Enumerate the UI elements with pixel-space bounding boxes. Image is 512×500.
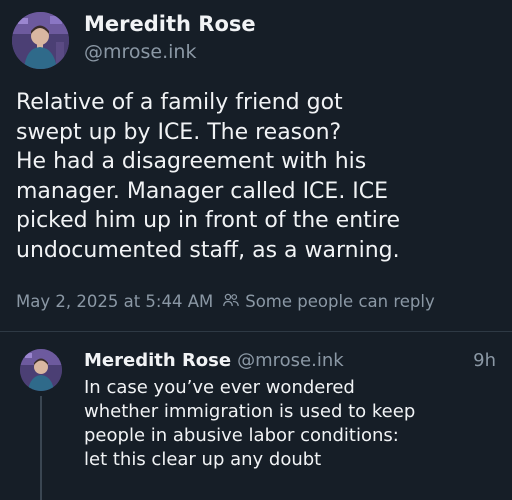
post-text-line: swept up by ICE. The reason?: [16, 119, 342, 145]
post-thread-view: Meredith Rose @mrose.ink Relative of a f…: [0, 0, 512, 500]
post-text: Relative of a family friend got swept up…: [16, 88, 506, 265]
post-text-line: Relative of a family friend got: [16, 90, 343, 115]
reply-text-line: people in abusive labor conditions:: [84, 425, 399, 446]
reply-setting[interactable]: Some people can reply: [245, 292, 435, 311]
reply-text-line: let this clear up any doubt: [84, 449, 322, 470]
divider: [0, 331, 512, 332]
reply-header: Meredith Rose @mrose.ink: [84, 350, 344, 371]
reply-text-line: whether immigration is used to keep: [84, 401, 416, 422]
author-name[interactable]: Meredith Rose: [84, 12, 256, 36]
post-text-line: He had a disagreement with his: [16, 149, 367, 174]
post-meta: May 2, 2025 at 5:44 AM Some people can r…: [16, 292, 435, 311]
author-name[interactable]: Meredith Rose: [84, 350, 231, 371]
thread-line: [40, 396, 42, 500]
post-text-line: undocumented staff, as a warning.: [16, 237, 400, 263]
reply-time[interactable]: 9h: [473, 350, 496, 371]
reply-text-line: In case you’ve ever wondered: [84, 377, 355, 398]
people-icon: [223, 292, 240, 311]
post-text-line: manager. Manager called ICE. ICE: [16, 178, 389, 204]
post-text-line: picked him up in front of the entire: [16, 208, 400, 233]
avatar[interactable]: [12, 12, 69, 69]
avatar[interactable]: [20, 349, 62, 391]
author-handle[interactable]: @mrose.ink: [84, 41, 196, 63]
author-handle[interactable]: @mrose.ink: [237, 350, 344, 371]
post-timestamp[interactable]: May 2, 2025 at 5:44 AM: [16, 292, 213, 311]
reply-text: In case you’ve ever wondered whether imm…: [84, 376, 504, 472]
